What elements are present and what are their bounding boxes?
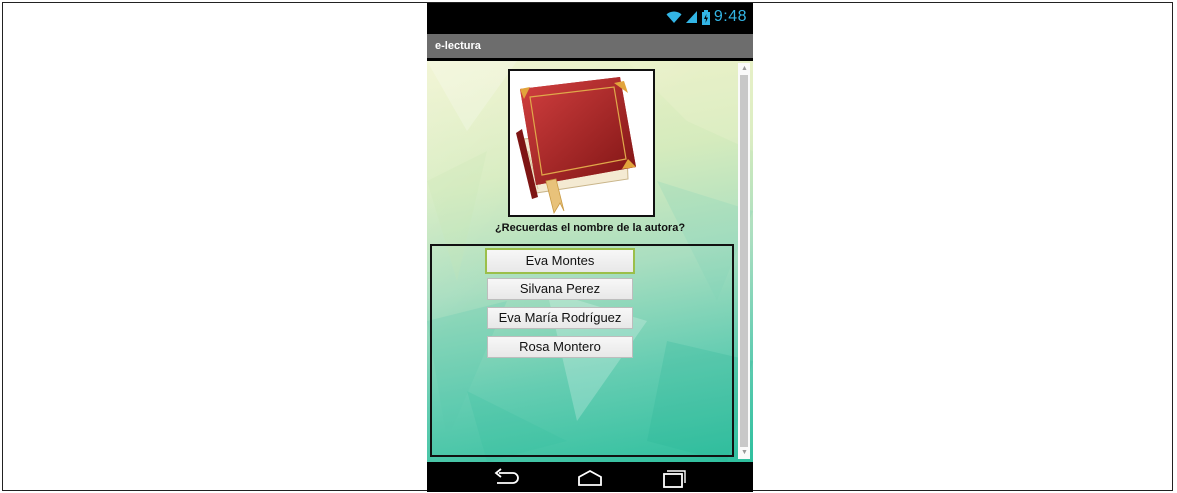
answer-button-3[interactable]: Eva María Rodríguez [487, 307, 633, 329]
answers-panel: Eva Montes Silvana Perez Eva María Rodrí… [430, 244, 734, 457]
book-image [508, 69, 655, 217]
app-title-bar: e-lectura [427, 34, 753, 58]
answer-button-4[interactable]: Rosa Montero [487, 336, 633, 358]
question-text: ¿Recuerdas el nombre de la autora? [494, 222, 686, 234]
back-icon[interactable] [491, 468, 519, 488]
scroll-up-arrow-icon[interactable]: ▲ [741, 65, 748, 73]
answer-button-2[interactable]: Silvana Perez [487, 278, 633, 300]
status-bar: 9:48 [427, 3, 753, 31]
vertical-scrollbar[interactable]: ▲ ▼ [738, 63, 750, 459]
screen-content: ¿Recuerdas el nombre de la autora? Eva M… [427, 61, 753, 462]
signal-icon [685, 11, 697, 23]
wifi-icon [666, 11, 682, 23]
battery-icon [701, 9, 710, 25]
answer-button-1[interactable]: Eva Montes [485, 248, 635, 274]
recent-apps-icon[interactable] [659, 468, 687, 488]
phone-emulator: 9:48 e-lectura ¿Recuerdas el nombre de l… [427, 3, 753, 492]
book-icon [510, 71, 653, 215]
home-icon[interactable] [576, 468, 604, 488]
status-time: 9:48 [713, 8, 747, 25]
navigation-bar [427, 462, 753, 492]
scroll-down-arrow-icon[interactable]: ▼ [741, 449, 748, 457]
scroll-thumb[interactable] [740, 75, 748, 447]
app-title: e-lectura [435, 40, 481, 52]
